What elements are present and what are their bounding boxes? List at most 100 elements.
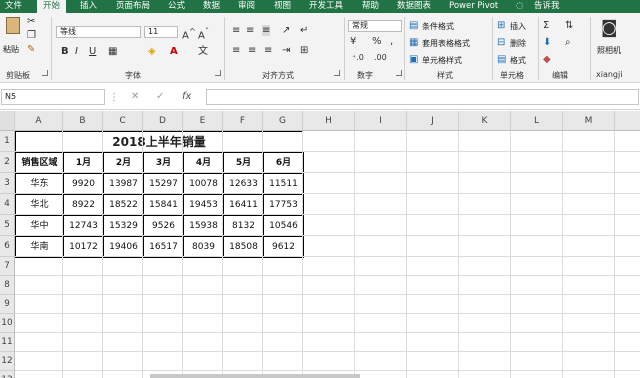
table-cell[interactable]: 18508 <box>223 236 264 258</box>
table-title[interactable]: 2018上半年销量 <box>15 131 303 152</box>
find-select-icon[interactable]: ⌕ <box>565 37 571 48</box>
table-cell[interactable]: 13987 <box>103 173 144 195</box>
font-name-select[interactable]: 等线 <box>56 26 141 38</box>
name-box[interactable]: N5 <box>1 89 105 105</box>
column-header-h[interactable]: H <box>303 111 355 131</box>
table-cell[interactable]: 10172 <box>63 236 104 258</box>
cell-style-button[interactable]: 单元格样式 <box>422 55 462 66</box>
number-launcher-icon[interactable] <box>396 70 402 76</box>
tab-page-layout[interactable]: 页面布局 <box>116 0 150 13</box>
phonetic-icon[interactable]: 文 <box>198 46 208 57</box>
delete-cells-button[interactable]: 删除 <box>510 38 526 49</box>
paste-clipboard-icon[interactable] <box>6 17 20 34</box>
table-cell[interactable]: 11511 <box>263 173 304 195</box>
column-header-b[interactable]: B <box>63 111 103 131</box>
tab-data[interactable]: 数据 <box>203 0 220 13</box>
row-header-11[interactable]: 11 <box>0 333 15 352</box>
copy-icon[interactable]: ❐ <box>27 30 36 41</box>
currency-icon[interactable]: ¥ <box>350 36 356 47</box>
table-cell[interactable]: 华东 <box>15 173 64 195</box>
table-cell[interactable]: 15329 <box>103 215 144 237</box>
bold-icon[interactable]: B <box>61 46 69 57</box>
table-header-cell[interactable]: 4月 <box>183 152 224 174</box>
clipboard-launcher-icon[interactable] <box>42 70 48 76</box>
table-cell[interactable]: 8132 <box>223 215 264 237</box>
row-header-9[interactable]: 9 <box>0 295 15 314</box>
row-header-6[interactable]: 6 <box>0 236 15 257</box>
enter-icon[interactable]: ✓ <box>156 91 164 102</box>
column-header-n[interactable]: N <box>615 111 640 131</box>
insert-cells-icon[interactable]: ⊞ <box>497 20 505 31</box>
format-cells-button[interactable]: 格式 <box>510 55 526 66</box>
column-header-k[interactable]: K <box>459 111 511 131</box>
align-top-icon[interactable]: ≡ <box>232 25 240 36</box>
fill-color-icon[interactable]: ◈ <box>148 46 156 57</box>
column-header-e[interactable]: E <box>183 111 223 131</box>
align-center-icon[interactable]: ≡ <box>248 45 256 56</box>
table-cell[interactable]: 15297 <box>143 173 184 195</box>
table-header-cell[interactable]: 5月 <box>223 152 264 174</box>
column-header-m[interactable]: M <box>563 111 615 131</box>
formula-input[interactable] <box>206 89 639 105</box>
table-cell[interactable]: 9526 <box>143 215 184 237</box>
table-cell[interactable]: 10546 <box>263 215 304 237</box>
row-header-13[interactable]: 13 <box>0 371 15 378</box>
column-header-g[interactable]: G <box>263 111 303 131</box>
row-header-1[interactable]: 1 <box>0 131 15 152</box>
row-header-7[interactable]: 7 <box>0 257 15 276</box>
table-cell[interactable]: 18522 <box>103 194 144 216</box>
align-right-icon[interactable]: ≡ <box>264 45 272 56</box>
row-header-12[interactable]: 12 <box>0 352 15 371</box>
underline-icon[interactable]: U <box>89 46 96 57</box>
tab-formulas[interactable]: 公式 <box>168 0 185 13</box>
table-header-cell[interactable]: 6月 <box>263 152 304 174</box>
table-cell[interactable]: 17753 <box>263 194 304 216</box>
table-cell[interactable]: 19453 <box>183 194 224 216</box>
decrease-decimal-icon[interactable]: .00 <box>374 52 387 63</box>
table-cell[interactable]: 9612 <box>263 236 304 258</box>
cell-style-icon[interactable]: ▣ <box>409 54 418 65</box>
tab-file[interactable]: 文件 <box>5 0 22 13</box>
table-cell[interactable]: 9920 <box>63 173 104 195</box>
tell-me-search[interactable]: 告诉我 <box>534 0 560 13</box>
sort-filter-icon[interactable]: ⇅ <box>565 20 573 31</box>
row-header-5[interactable]: 5 <box>0 215 15 236</box>
font-size-select[interactable]: 11 <box>144 26 178 38</box>
conditional-format-button[interactable]: 条件格式 <box>422 21 454 32</box>
cancel-icon[interactable]: ✕ <box>131 91 139 102</box>
tab-view[interactable]: 视图 <box>274 0 291 13</box>
merge-center-icon[interactable]: ⊞ <box>300 45 308 56</box>
format-painter-icon[interactable]: ✎ <box>27 44 35 55</box>
wrap-text-icon[interactable]: ↵ <box>300 25 308 36</box>
align-middle-icon[interactable]: ≡ <box>246 25 254 36</box>
lightbulb-icon[interactable]: ◌ <box>516 0 523 13</box>
table-cell[interactable]: 12743 <box>63 215 104 237</box>
conditional-format-icon[interactable]: ▤ <box>409 20 418 31</box>
paste-button[interactable]: 粘贴 <box>3 44 19 55</box>
horizontal-scrollbar[interactable] <box>150 374 360 378</box>
select-all-corner[interactable] <box>0 111 15 131</box>
camera-button[interactable]: 照相机 <box>597 45 621 56</box>
column-header-f[interactable]: F <box>223 111 263 131</box>
tab-help[interactable]: 帮助 <box>362 0 379 13</box>
row-header-8[interactable]: 8 <box>0 276 15 295</box>
table-cell[interactable]: 华中 <box>15 215 64 237</box>
percent-icon[interactable]: % <box>372 36 382 47</box>
table-cell[interactable]: 19406 <box>103 236 144 258</box>
row-header-3[interactable]: 3 <box>0 173 15 194</box>
table-cell[interactable]: 12633 <box>223 173 264 195</box>
insert-cells-button[interactable]: 插入 <box>510 21 526 32</box>
table-cell[interactable]: 15841 <box>143 194 184 216</box>
align-left-icon[interactable]: ≡ <box>232 45 240 56</box>
column-header-d[interactable]: D <box>143 111 183 131</box>
table-cell[interactable]: 8039 <box>183 236 224 258</box>
table-cell[interactable]: 15938 <box>183 215 224 237</box>
fill-icon[interactable]: ⬇ <box>543 37 551 48</box>
table-header-cell[interactable]: 2月 <box>103 152 144 174</box>
table-cell[interactable]: 10078 <box>183 173 224 195</box>
spreadsheet-grid[interactable]: 2018上半年销量 销售区域 1月 2月 3月 4月 5月 6月 华东 9920 13987 152… <box>0 111 640 378</box>
table-header-cell[interactable]: 3月 <box>143 152 184 174</box>
orientation-icon[interactable]: ↗ <box>282 25 290 36</box>
insert-function-icon[interactable]: fx <box>182 91 191 102</box>
number-format-select[interactable]: 常规 <box>348 20 402 32</box>
